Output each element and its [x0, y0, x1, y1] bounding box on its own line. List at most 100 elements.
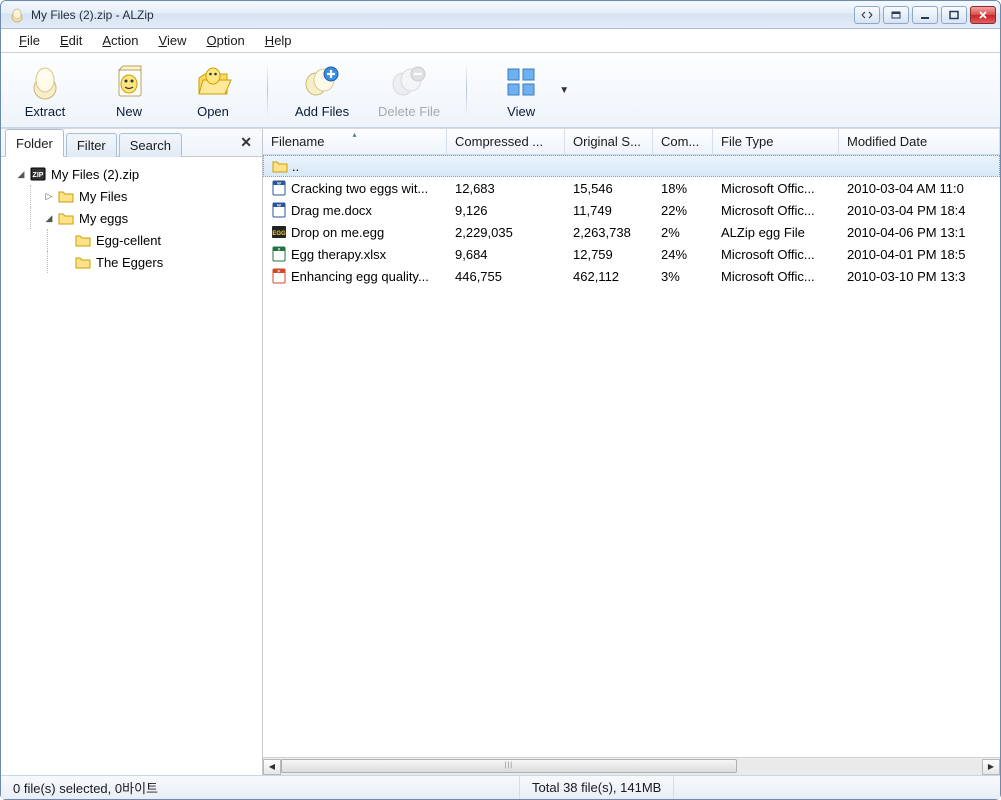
file-date: 2010-04-06 PM 13:1 — [839, 225, 1000, 240]
window-tray-button[interactable] — [883, 6, 909, 24]
left-tabs: Folder Filter Search ✕ — [1, 129, 262, 157]
file-ratio: 3% — [653, 269, 713, 284]
file-name: Drag me.docx — [291, 203, 372, 218]
tree-item[interactable]: ▷ My Files — [30, 185, 258, 207]
open-button[interactable]: Open — [179, 55, 247, 125]
tree-item[interactable]: The Eggers — [47, 251, 258, 273]
scroll-left-button[interactable]: ◀ — [263, 759, 281, 775]
scroll-thumb[interactable]: ||| — [281, 759, 737, 773]
file-compressed: 446,755 — [447, 269, 565, 284]
file-original: 15,546 — [565, 181, 653, 196]
expand-icon[interactable]: ▷ — [43, 191, 55, 202]
file-name: Enhancing egg quality... — [291, 269, 429, 284]
file-icon: EGG — [271, 224, 287, 240]
delete-file-button: Delete File — [372, 55, 446, 125]
tree-item[interactable]: Egg-cellent — [47, 229, 258, 251]
folder-icon — [57, 210, 75, 226]
file-ratio: 22% — [653, 203, 713, 218]
file-row[interactable]: EGGDrop on me.egg2,229,0352,263,7382%ALZ… — [263, 221, 1000, 243]
close-button[interactable] — [970, 6, 996, 24]
scroll-track[interactable]: ||| — [281, 759, 982, 775]
open-label: Open — [197, 104, 229, 119]
file-row[interactable]: WDrag me.docx9,12611,74922%Microsoft Off… — [263, 199, 1000, 221]
maximize-button[interactable] — [941, 6, 967, 24]
file-icon: P — [271, 268, 287, 284]
file-original: 2,263,738 — [565, 225, 653, 240]
folder-icon — [74, 232, 92, 248]
titlebar: My Files (2).zip - ALZip — [1, 1, 1000, 29]
toolbar: Extract New Open — [1, 53, 1000, 128]
col-filetype[interactable]: File Type — [713, 129, 839, 154]
view-dropdown-button[interactable]: ▼ — [555, 55, 573, 125]
horizontal-scrollbar[interactable]: ◀ ||| ▶ — [263, 757, 1000, 775]
statusbar: 0 file(s) selected, 0바이트 Total 38 file(s… — [1, 775, 1000, 799]
file-date: 2010-03-04 AM 11:0 — [839, 181, 1000, 196]
tab-search[interactable]: Search — [119, 133, 182, 157]
minimize-button[interactable] — [912, 6, 938, 24]
add-files-button[interactable]: Add Files — [288, 55, 356, 125]
file-compressed: 9,684 — [447, 247, 565, 262]
status-selection: 0 file(s) selected, 0바이트 — [1, 776, 520, 799]
collapse-icon[interactable]: ◢ — [15, 169, 27, 180]
add-files-label: Add Files — [295, 104, 349, 119]
view-button[interactable]: View — [487, 55, 555, 125]
file-compressed: 2,229,035 — [447, 225, 565, 240]
file-list-panel: Filename ▴ Compressed ... Original S... … — [263, 129, 1000, 775]
scroll-right-button[interactable]: ▶ — [982, 759, 1000, 775]
menu-file[interactable]: File — [9, 29, 50, 52]
collapse-icon[interactable]: ◢ — [43, 213, 55, 224]
file-compressed: 12,683 — [447, 181, 565, 196]
view-icon — [501, 62, 541, 102]
parent-folder-row[interactable]: .. — [263, 155, 1000, 177]
file-row[interactable]: WCracking two eggs wit...12,68315,54618%… — [263, 177, 1000, 199]
file-ratio: 24% — [653, 247, 713, 262]
menu-edit[interactable]: Edit — [50, 29, 92, 52]
view-label: View — [507, 104, 535, 119]
status-total: Total 38 file(s), 141MB — [520, 776, 674, 799]
extract-button[interactable]: Extract — [11, 55, 79, 125]
menu-option[interactable]: Option — [196, 29, 254, 52]
extract-icon — [25, 62, 65, 102]
tree-label: The Eggers — [96, 255, 163, 270]
tab-folder[interactable]: Folder — [5, 129, 64, 157]
file-date: 2010-03-10 PM 13:3 — [839, 269, 1000, 284]
file-ratio: 2% — [653, 225, 713, 240]
new-button[interactable]: New — [95, 55, 163, 125]
column-headers: Filename ▴ Compressed ... Original S... … — [263, 129, 1000, 155]
content-area: Folder Filter Search ✕ ◢ ZIP My Files (2… — [1, 128, 1000, 775]
close-panel-icon[interactable]: ✕ — [240, 134, 252, 151]
app-icon — [9, 7, 25, 23]
toolbar-separator — [267, 63, 268, 117]
folder-icon — [74, 254, 92, 270]
menu-view[interactable]: View — [149, 29, 197, 52]
window-title: My Files (2).zip - ALZip — [31, 8, 854, 22]
col-ratio[interactable]: Com... — [653, 129, 713, 154]
zip-icon: ZIP — [29, 166, 47, 182]
file-list: .. WCracking two eggs wit...12,68315,546… — [263, 155, 1000, 757]
new-icon — [109, 62, 149, 102]
file-original: 462,112 — [565, 269, 653, 284]
file-type: Microsoft Offic... — [713, 181, 839, 196]
tree-root[interactable]: ◢ ZIP My Files (2).zip — [5, 163, 258, 185]
col-compressed[interactable]: Compressed ... — [447, 129, 565, 154]
col-original[interactable]: Original S... — [565, 129, 653, 154]
tree-item[interactable]: ◢ My eggs — [30, 207, 258, 229]
tree-label: My eggs — [79, 211, 128, 226]
file-type: Microsoft Offic... — [713, 247, 839, 262]
extract-label: Extract — [25, 104, 65, 119]
add-files-icon — [302, 62, 342, 102]
menu-action[interactable]: Action — [92, 29, 148, 52]
file-name: Drop on me.egg — [291, 225, 384, 240]
file-original: 12,759 — [565, 247, 653, 262]
svg-text:P: P — [278, 269, 281, 274]
menu-help[interactable]: Help — [255, 29, 302, 52]
file-name: Egg therapy.xlsx — [291, 247, 386, 262]
svg-text:W: W — [277, 203, 281, 208]
tab-filter[interactable]: Filter — [66, 133, 117, 157]
window-controls — [854, 6, 996, 24]
col-filename[interactable]: Filename ▴ — [263, 129, 447, 154]
file-row[interactable]: XEgg therapy.xlsx9,68412,75924%Microsoft… — [263, 243, 1000, 265]
col-modified[interactable]: Modified Date — [839, 129, 1000, 154]
window-compact-button[interactable] — [854, 6, 880, 24]
file-row[interactable]: P Enhancing egg quality... 446,755462,1123… — [263, 265, 1000, 287]
